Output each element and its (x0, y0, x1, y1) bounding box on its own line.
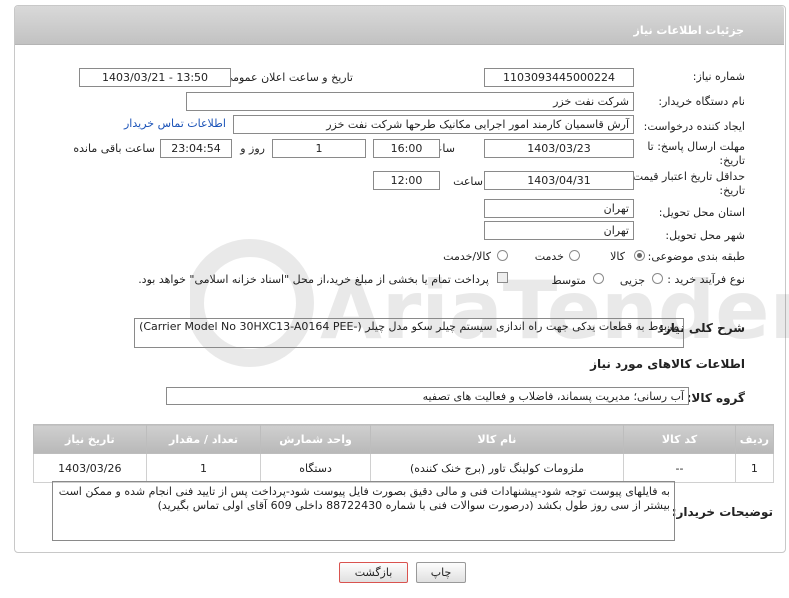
goods-section-title: اطلاعات کالاهای مورد نیاز (590, 357, 745, 371)
province-field: تهران (484, 199, 634, 218)
buyer-org-label: نام دستگاه خریدار: (658, 95, 745, 108)
cell-date: 1403/03/26 (33, 453, 147, 483)
category-option-both: کالا/خدمت (443, 250, 491, 263)
print-button[interactable]: چاپ (416, 562, 466, 583)
validity-date-field: 1403/04/31 (484, 171, 634, 190)
days-field: 1 (272, 139, 366, 158)
validity-label: حداقل تاریخ اعتبار قیمت: تا (619, 170, 745, 183)
deadline-label-date: تاریخ: (719, 154, 745, 167)
panel-header: جزئیات اطلاعات نیاز (15, 6, 784, 45)
items-table: ردیف کد کالا نام کالا واحد شمارش تعداد /… (33, 424, 775, 483)
table-row[interactable]: 1 -- ملزومات کولینگ تاور (برج خنک کننده)… (33, 453, 775, 483)
buyer-notes-field: به فایلهای پیوست توجه شود-پیشنهادات فنی … (52, 481, 675, 541)
category-radio-both[interactable] (497, 250, 508, 261)
category-radio-service[interactable] (569, 250, 580, 261)
process-radio-medium[interactable] (593, 273, 604, 284)
buyer-contact-link[interactable]: اطلاعات تماس خریدار (124, 117, 226, 130)
announce-label: تاریخ و ساعت اعلان عمومی: (220, 71, 353, 84)
buyer-org-field: شرکت نفت خزر (186, 92, 634, 111)
days-label: روز و (240, 142, 265, 155)
cell-unit: دستگاه (260, 453, 371, 483)
table-header-row: ردیف کد کالا نام کالا واحد شمارش تعداد /… (33, 424, 775, 454)
city-field: تهران (484, 221, 634, 240)
cell-code: -- (623, 453, 736, 483)
treasury-checkbox[interactable] (497, 272, 508, 283)
deadline-label: مهلت ارسال پاسخ: تا (647, 140, 745, 153)
goods-group-field: آب رسانی؛ مدیریت پسماند، فاضلاب و فعالیت… (166, 387, 689, 405)
back-button[interactable]: بازگشت (339, 562, 408, 583)
remaining-time-field: 23:04:54 (160, 139, 232, 158)
process-radio-minor[interactable] (652, 273, 663, 284)
need-number-label: شماره نیاز: (692, 70, 745, 83)
need-number-field: 1103093445000224 (484, 68, 634, 87)
process-option-medium: متوسط (551, 274, 586, 287)
deadline-time-field: 16:00 (373, 139, 440, 158)
buyer-notes-label: توضیحات خریدار: (671, 505, 773, 519)
panel-title: جزئیات اطلاعات نیاز (633, 24, 745, 37)
validity-label-date: تاریخ: (719, 184, 745, 197)
category-label: طبقه بندی موضوعی: (647, 250, 745, 263)
category-option-service: خدمت (534, 250, 564, 263)
requester-field: آرش قاسمیان کارمند امور اجرایی مکانیک طر… (233, 115, 634, 134)
category-option-goods: کالا (610, 250, 625, 263)
col-header-name: نام کالا (369, 424, 625, 454)
process-label: نوع فرآیند خرید : (667, 273, 745, 286)
goods-group-label: گروه کالا: (686, 391, 745, 405)
category-radio-goods[interactable] (634, 250, 645, 261)
remaining-label: ساعت باقی مانده (73, 142, 155, 155)
province-label: استان محل تحویل: (658, 206, 745, 219)
col-header-code: کد کالا (623, 424, 736, 454)
col-header-qty: تعداد / مقدار (145, 424, 262, 454)
col-header-date: تاریخ نیاز (33, 424, 147, 454)
cell-row-num: 1 (734, 453, 775, 483)
requester-label: ایجاد کننده درخواست: (643, 120, 745, 133)
validity-time-field: 12:00 (373, 171, 440, 190)
deadline-date-field: 1403/03/23 (484, 139, 634, 158)
validity-time-label: ساعت (453, 175, 483, 188)
col-header-row-num: ردیف (734, 424, 775, 454)
process-option-minor: جزیی (619, 274, 645, 287)
announce-field: 1403/03/21 - 13:50 (79, 68, 231, 87)
col-header-unit: واحد شمارش (260, 424, 371, 454)
process-note: پرداخت تمام یا بخشی از مبلغ خرید،از محل … (138, 273, 489, 286)
city-label: شهر محل تحویل: (665, 229, 745, 242)
cell-qty: 1 (145, 453, 262, 483)
description-field: مربوط به قطعات یدکی جهت راه اندازی سیستم… (134, 318, 684, 348)
cell-name: ملزومات کولینگ تاور (برج خنک کننده) (369, 453, 625, 483)
